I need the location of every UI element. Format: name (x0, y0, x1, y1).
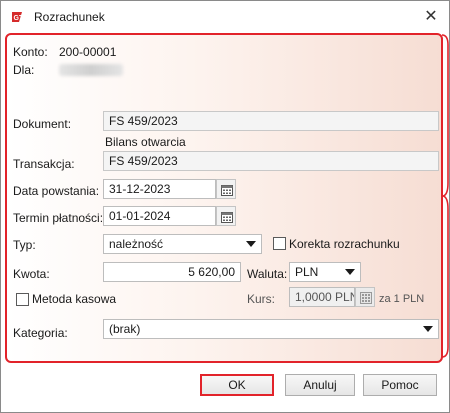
transakcja-label: Transakcja: (13, 157, 75, 171)
window-title: Rozrachunek (34, 10, 105, 24)
kurs-field[interactable]: 1,0000 PLN (289, 287, 355, 307)
dokument-label: Dokument: (13, 117, 72, 131)
korekta-label: Korekta rozrachunku (289, 237, 400, 251)
calendar-icon (221, 212, 233, 223)
konto-value: 200-00001 (59, 45, 117, 59)
kwota-field[interactable]: 5 620,00 (103, 262, 241, 282)
typ-select-value: należność (109, 237, 164, 251)
kategoria-label: Kategoria: (13, 326, 68, 340)
typ-select[interactable]: należność (103, 234, 262, 254)
transakcja-field[interactable]: FS 459/2023 (103, 151, 439, 171)
app-logo-icon: GT (12, 12, 24, 22)
redacted-recipient (59, 64, 123, 76)
pomoc-button[interactable]: Pomoc (363, 374, 437, 396)
ok-button[interactable]: OK (200, 374, 274, 396)
typ-label: Typ: (13, 238, 36, 252)
kurs-calculator-button[interactable] (355, 287, 375, 307)
bilans-note: Bilans otwarcia (105, 135, 186, 149)
anuluj-button[interactable]: Anuluj (285, 374, 355, 396)
data-powstania-calendar-button[interactable] (216, 179, 236, 199)
konto-label: Konto: (13, 45, 48, 59)
kurs-unit: za 1 PLN (379, 293, 425, 305)
close-icon: ✕ (424, 8, 438, 25)
waluta-select-value: PLN (295, 265, 319, 279)
close-button[interactable]: ✕ (419, 6, 443, 28)
kwota-label: Kwota: (13, 267, 50, 281)
calendar-icon (221, 185, 233, 196)
kategoria-select-value: (brak) (109, 322, 141, 336)
kategoria-select[interactable]: (brak) (103, 319, 439, 339)
termin-field[interactable]: 01-01-2024 (103, 206, 216, 226)
brace-annotation (441, 34, 449, 358)
rozrachunek-dialog: GT Rozrachunek ✕ Konto: 200-00001 Dla: D… (0, 0, 450, 413)
waluta-select[interactable]: PLN (289, 262, 361, 282)
calculator-icon (360, 292, 372, 304)
chevron-down-icon (345, 269, 355, 275)
metoda-kasowa-label: Metoda kasowa (32, 292, 117, 306)
termin-calendar-button[interactable] (216, 206, 236, 226)
dla-label: Dla: (13, 63, 35, 77)
termin-label: Termin płatności: (13, 211, 104, 225)
title-bar: GT Rozrachunek ✕ (1, 1, 449, 33)
waluta-label: Waluta: (247, 267, 288, 281)
chevron-down-icon (246, 241, 256, 247)
korekta-checkbox[interactable] (273, 237, 286, 250)
data-powstania-label: Data powstania: (13, 184, 100, 198)
data-powstania-field[interactable]: 31-12-2023 (103, 179, 216, 199)
metoda-kasowa-checkbox[interactable] (16, 293, 29, 306)
dokument-field[interactable]: FS 459/2023 (103, 111, 439, 131)
chevron-down-icon (423, 326, 433, 332)
kurs-label: Kurs: (247, 292, 276, 306)
svg-text:GT: GT (14, 15, 24, 22)
